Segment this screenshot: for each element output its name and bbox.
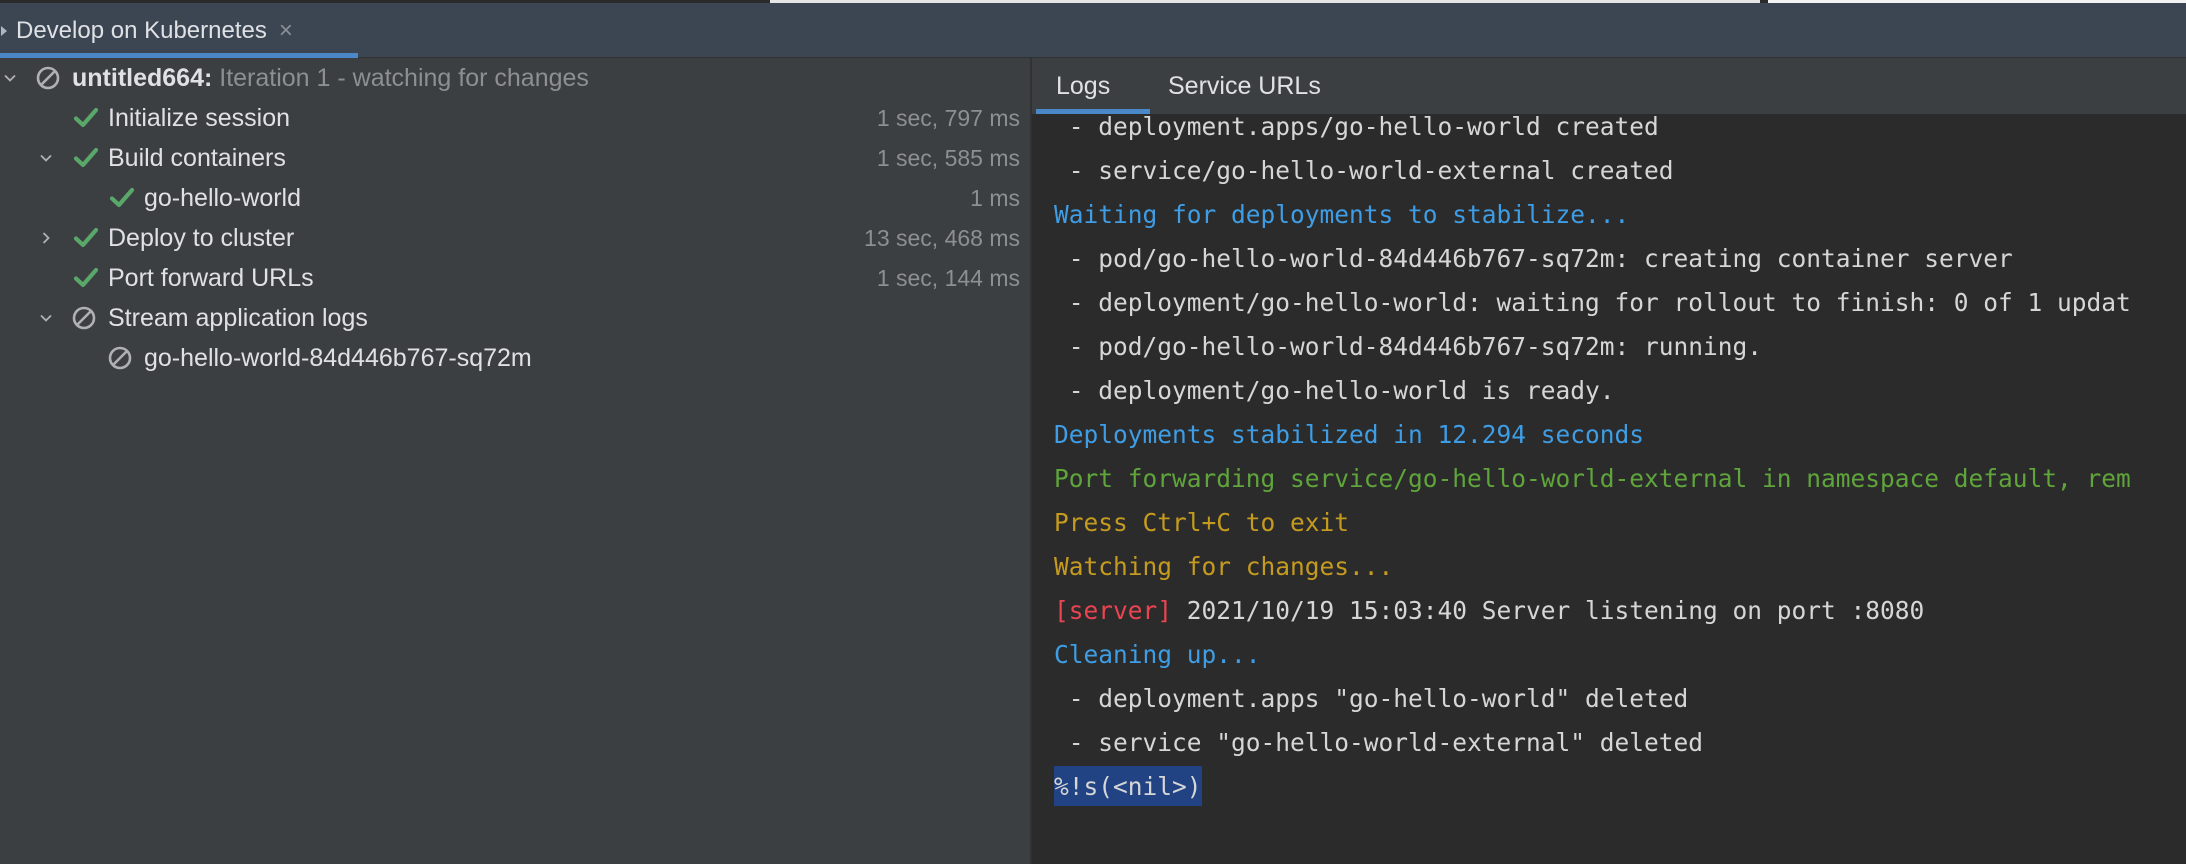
log-line: - deployment/go-hello-world: waiting for…	[1054, 287, 2131, 317]
tree-item-duration: 1 ms	[970, 184, 1020, 211]
tree-item-label: go-hello-world	[144, 183, 302, 212]
tree-item-initialize-session[interactable]: Initialize session 1 sec, 797 ms	[0, 98, 1030, 138]
console-panel: Logs Service URLs - deployment.apps/go-h…	[1032, 58, 2186, 864]
tree-item-duration: 1 sec, 144 ms	[876, 264, 1020, 291]
check-icon	[72, 224, 100, 252]
cancelled-icon	[34, 64, 62, 92]
run-tree-panel: untitled664: Iteration 1 - watching for …	[0, 58, 1030, 864]
tab-title: Develop on Kubernetes	[16, 16, 267, 44]
cancelled-icon	[70, 304, 98, 332]
log-line: Cleaning up...	[1054, 639, 1261, 669]
tree-item-label: Initialize session	[108, 103, 291, 132]
chevron-down-icon[interactable]	[0, 68, 20, 88]
check-icon	[72, 144, 100, 172]
tree-item-duration: 1 sec, 797 ms	[876, 104, 1020, 131]
log-source-tag: [server]	[1054, 595, 1173, 625]
log-line: Watching for changes...	[1054, 551, 1394, 581]
console-tabs-bar: Logs Service URLs	[1032, 58, 2186, 114]
log-output[interactable]: - deployment.apps/go-hello-world created…	[1032, 114, 2186, 864]
project-name: untitled664:	[72, 63, 213, 92]
log-line: [server] 2021/10/19 15:03:40 Server list…	[1054, 590, 1924, 630]
iteration-status: Iteration 1 - watching for changes	[219, 63, 589, 92]
check-icon	[108, 184, 136, 212]
tree-item-build-containers[interactable]: Build containers 1 sec, 585 ms	[0, 138, 1030, 178]
log-line: - deployment.apps/go-hello-world created	[1054, 114, 1659, 141]
cancelled-icon	[106, 344, 134, 372]
tree-root-row[interactable]: untitled664: Iteration 1 - watching for …	[0, 58, 1030, 98]
log-line: - service "go-hello-world-external" dele…	[1054, 727, 1704, 757]
log-line: - pod/go-hello-world-84d446b767-sq72m: c…	[1054, 243, 2013, 273]
log-line: Press Ctrl+C to exit	[1054, 507, 1350, 537]
log-line: Waiting for deployments to stabilize...	[1054, 199, 1630, 229]
log-line: - deployment/go-hello-world is ready.	[1054, 375, 1615, 405]
check-icon	[72, 104, 100, 132]
tree-item-deploy-to-cluster[interactable]: Deploy to cluster 13 sec, 468 ms	[0, 218, 1030, 258]
tree-item-stream-application-logs[interactable]: Stream application logs	[0, 298, 1030, 338]
tree-item-go-hello-world[interactable]: go-hello-world 1 ms	[0, 178, 1030, 218]
tool-window-header: Develop on Kubernetes ×	[0, 3, 2186, 58]
tab-logs[interactable]: Logs	[1036, 58, 1150, 114]
tree-item-port-forward-urls[interactable]: Port forward URLs 1 sec, 144 ms	[0, 258, 1030, 298]
tree-item-label: Build containers	[108, 143, 286, 172]
tree-item-label: Deploy to cluster	[108, 223, 295, 252]
tree-item-duration: 13 sec, 468 ms	[864, 224, 1020, 251]
log-message: 2021/10/19 15:03:40 Server listening on …	[1172, 595, 1925, 625]
pin-arrow-icon	[1, 25, 7, 36]
tab-logs-label: Logs	[1056, 71, 1111, 100]
log-line: - deployment.apps "go-hello-world" delet…	[1054, 683, 1689, 713]
tree-item-label: go-hello-world-84d446b767-sq72m	[144, 343, 532, 372]
root-label: untitled664: Iteration 1 - watching for …	[72, 64, 589, 93]
tree-item-pod-logs[interactable]: go-hello-world-84d446b767-sq72m	[0, 338, 1030, 378]
log-line: Port forwarding service/go-hello-world-e…	[1054, 463, 2131, 493]
tab-service-urls[interactable]: Service URLs	[1168, 58, 1321, 114]
tab-service-urls-label: Service URLs	[1168, 71, 1321, 100]
check-icon	[72, 264, 100, 292]
chevron-down-icon[interactable]	[36, 148, 56, 168]
tree-item-label: Port forward URLs	[108, 263, 314, 292]
tree-item-duration: 1 sec, 585 ms	[876, 144, 1020, 171]
log-line: Deployments stabilized in 12.294 seconds	[1054, 419, 1645, 449]
close-icon[interactable]: ×	[279, 18, 293, 43]
log-line-selected[interactable]: %!s(<nil>)	[1054, 766, 1202, 806]
log-line: - pod/go-hello-world-84d446b767-sq72m: r…	[1054, 331, 1763, 361]
tree-item-label: Stream application logs	[108, 303, 368, 332]
tab-develop-on-kubernetes[interactable]: Develop on Kubernetes ×	[0, 3, 358, 58]
log-line: - service/go-hello-world-external create…	[1054, 155, 1674, 185]
chevron-right-icon[interactable]	[36, 228, 56, 248]
chevron-down-icon[interactable]	[36, 308, 56, 328]
